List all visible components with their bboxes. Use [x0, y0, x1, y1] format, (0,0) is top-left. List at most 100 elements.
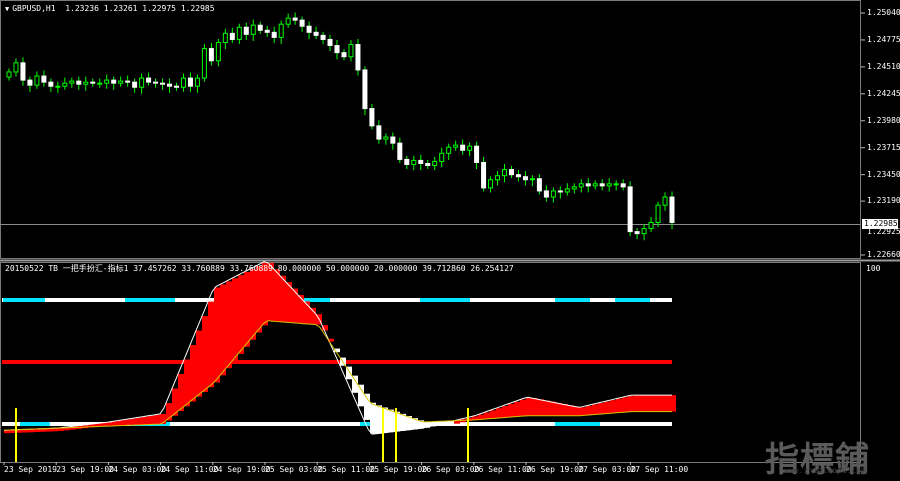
bull-candle-body	[411, 159, 417, 166]
bull-bar	[490, 410, 496, 419]
bull-bar	[532, 398, 538, 416]
current-price-secondary: 1.22925	[867, 227, 900, 236]
bull-bar	[550, 401, 556, 416]
symbol-label: GBPUSD,H1	[12, 4, 56, 13]
bear-candle-body	[173, 85, 179, 88]
bull-bar	[154, 414, 160, 425]
bull-bar	[604, 401, 610, 414]
bull-bar	[658, 395, 664, 412]
bull-candle-body	[613, 183, 619, 186]
bull-bar	[544, 400, 550, 416]
bear-candle-body	[160, 82, 166, 85]
indicator-header: 20150522 TB 一把手扮汇-指标1 37.457262 33.76088…	[5, 264, 514, 273]
bear-candle-body	[369, 108, 375, 127]
bear-candle-body	[257, 24, 263, 31]
bear-candle-body	[669, 196, 675, 223]
bull-candle-body	[6, 71, 12, 78]
bull-bar	[640, 395, 646, 412]
time-label: 25 Sep 11:00	[317, 465, 375, 474]
bear-candle-body	[111, 79, 117, 84]
bull-candle-body	[662, 196, 668, 206]
bull-bar	[178, 374, 184, 412]
triangle-down-icon[interactable]: ▼	[5, 5, 9, 13]
bear-candle-body	[341, 52, 347, 58]
bull-candle-body	[62, 82, 68, 87]
bull-bar	[496, 408, 502, 419]
bear-candle-body	[543, 190, 549, 198]
bear-candle-body	[522, 176, 528, 181]
bull-bar	[250, 268, 256, 340]
bear-candle-body	[599, 183, 605, 187]
bear-candle-body	[515, 174, 521, 178]
bull-candle-body	[439, 152, 445, 162]
bull-bar	[670, 395, 676, 412]
ohlc-values: 1.23236 1.23261 1.22975 1.22985	[65, 4, 215, 13]
bull-bar	[616, 398, 622, 413]
bull-candle-body	[194, 77, 200, 87]
bull-candle-body	[488, 179, 494, 189]
bear-candle-body	[362, 69, 368, 110]
bear-candle-body	[48, 81, 54, 87]
chart-canvas[interactable]	[0, 0, 900, 481]
price-label: 1.24775	[867, 34, 900, 44]
bear-candle-body	[634, 231, 640, 235]
bull-bar	[190, 345, 196, 402]
bull-bar	[136, 417, 142, 426]
bull-bar	[130, 418, 136, 426]
bear-candle-body	[536, 178, 542, 192]
bear-candle-body	[327, 38, 333, 47]
price-label: 1.23980	[867, 115, 900, 125]
bear-bar	[376, 405, 382, 434]
price-label: 1.24245	[867, 88, 900, 98]
bull-bar	[256, 265, 262, 333]
bull-bar	[508, 403, 514, 418]
bull-candle-body	[655, 204, 661, 223]
bull-candle-body	[34, 75, 40, 86]
bull-bar	[184, 359, 190, 407]
bull-bar	[226, 281, 232, 369]
bull-bar	[538, 399, 544, 416]
bear-bar	[358, 384, 364, 407]
bear-candle-body	[153, 81, 159, 84]
bear-candle-body	[306, 25, 312, 33]
bull-bar	[568, 405, 574, 416]
bear-bar	[388, 409, 394, 433]
chart-frame	[0, 0, 900, 463]
indicator-histogram	[4, 262, 676, 434]
bear-bar	[400, 413, 406, 431]
bear-candle-body	[229, 32, 235, 40]
bear-candle-body	[146, 77, 152, 83]
bear-candle-body	[125, 80, 131, 83]
chart-header[interactable]: ▼ GBPUSD,H1 1.23236 1.23261 1.22975 1.229…	[5, 4, 215, 14]
bull-bar	[622, 397, 628, 413]
price-label: 1.23450	[867, 169, 900, 179]
bull-bar	[142, 416, 148, 425]
bull-bar	[148, 415, 154, 425]
bull-bar	[244, 272, 250, 347]
bull-bar	[298, 294, 304, 324]
bull-bar	[22, 429, 28, 433]
time-label: 26 Sep 03:00	[421, 465, 480, 474]
bull-candle-body	[236, 26, 242, 40]
bull-bar	[484, 412, 490, 420]
bear-candle-body	[460, 144, 466, 151]
bear-candle-body	[418, 159, 424, 164]
bear-candle-body	[320, 34, 326, 40]
bull-bar	[118, 420, 124, 426]
bull-candle-body	[69, 80, 75, 84]
watermark-url: www.zhibiaopu.com	[784, 466, 866, 475]
bull-candle-body	[222, 32, 228, 43]
bull-bar	[580, 407, 586, 416]
bear-candle-body	[557, 190, 563, 193]
bull-bar	[634, 395, 640, 412]
bull-candle-body	[648, 221, 654, 230]
bull-bar	[562, 404, 568, 416]
bull-bar	[196, 330, 202, 397]
bear-candle-body	[292, 17, 298, 21]
bear-candle-body	[264, 29, 270, 33]
bull-bar	[520, 399, 526, 417]
bull-bar	[208, 301, 214, 388]
bull-bar	[598, 403, 604, 415]
candlestick-series	[6, 12, 675, 241]
price-label: 1.25040	[867, 8, 900, 17]
